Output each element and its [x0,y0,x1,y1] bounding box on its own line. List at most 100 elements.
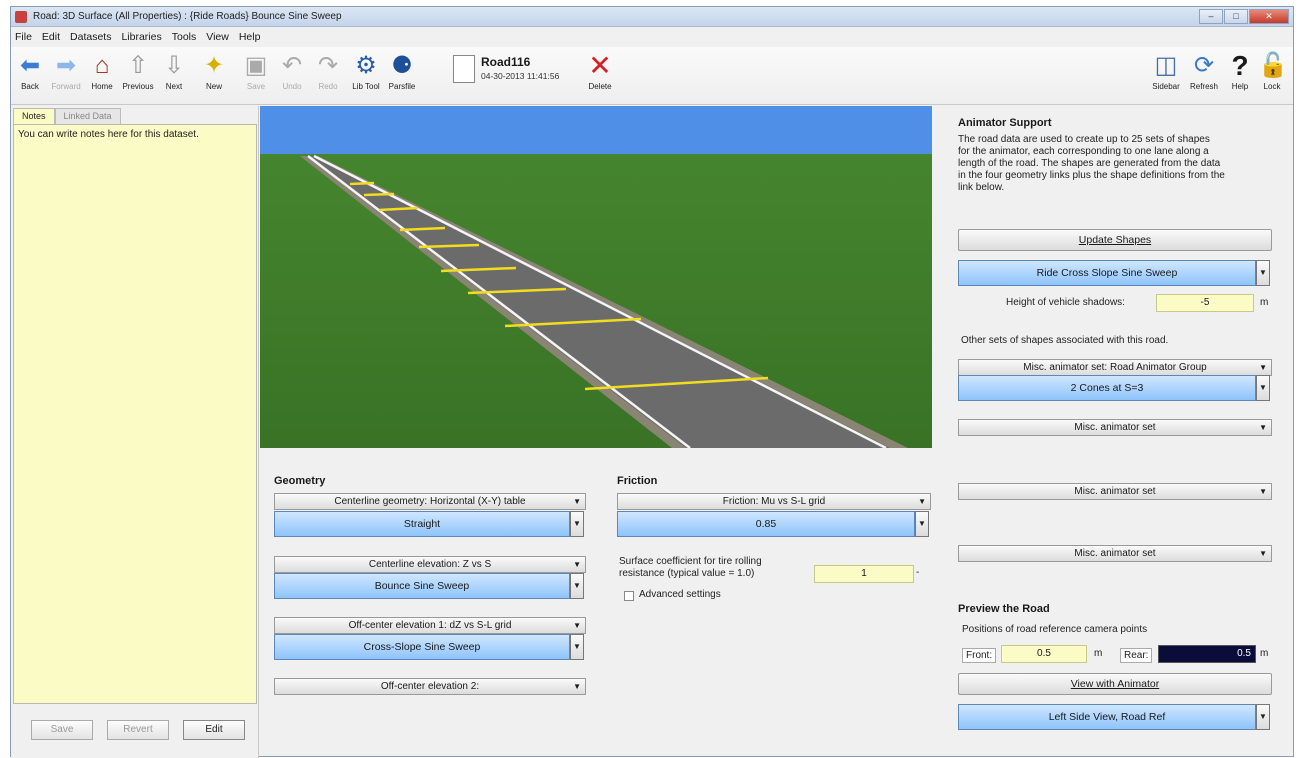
menu-view[interactable]: View [206,29,229,45]
menu-edit[interactable]: Edit [42,29,60,45]
lock-icon: 🔓 [1258,52,1288,79]
menu-file[interactable]: File [15,29,32,45]
menu-tools[interactable]: Tools [172,29,197,45]
app-window: Road: 3D Surface (All Properties) : {Rid… [10,6,1294,758]
notes-panel: Notes Linked Data You can write notes he… [11,106,259,758]
off-center-elevation-1-dataset[interactable]: Cross-Slope Sine Sweep ▼ [274,634,584,660]
chevron-down-icon[interactable]: ▼ [570,634,584,660]
friction-link[interactable]: Friction: Mu vs S-L grid ▼ [617,493,931,510]
delete-x-icon: ✕ [588,50,612,81]
notes-text: You can write notes here for this datase… [18,129,199,140]
lock-button[interactable]: 🔓 Lock [1255,51,1289,103]
document-icon [453,55,475,83]
app-icon [15,11,27,23]
menu-datasets[interactable]: Datasets [70,29,111,45]
toolbar: ⬅ Back ➡ Forward ⌂ Home ⇧ Previous ⇩ Next ✦ Ne… [11,47,1293,105]
off-center-elevation-2-link[interactable]: Off-center elevation 2: ▼ [274,678,586,695]
notes-edit-button[interactable]: Edit [183,720,245,740]
sidebar-icon: ◫ [1154,52,1178,79]
tab-notes[interactable]: Notes [13,108,55,124]
front-camera-input[interactable]: 0.5 [1001,645,1087,663]
redo-button[interactable]: ↷ Redo [311,51,345,103]
shadow-height-input[interactable]: -5 [1156,294,1254,312]
delete-button[interactable]: ✕ Delete [583,51,617,103]
shadow-height-unit: m [1260,297,1269,308]
menu-help[interactable]: Help [239,29,261,45]
notes-scrollbar[interactable] [244,127,254,701]
back-arrow-icon: ⬅ [19,52,41,79]
surface-coefficient-label-line2: resistance (typical value = 1.0) [619,568,755,579]
chevron-down-icon[interactable]: ▼ [915,511,929,537]
misc-animator-set-1-link[interactable]: Misc. animator set: Road Animator Group ▼ [958,359,1272,376]
chevron-down-icon: ▼ [573,497,581,506]
camera-points-label: Positions of road reference camera point… [962,624,1148,635]
back-button[interactable]: ⬅ Back [13,51,47,103]
animator-view-dataset[interactable]: Left Side View, Road Ref ▼ [958,704,1270,730]
title-bar: Road: 3D Surface (All Properties) : {Rid… [11,7,1293,27]
undo-button[interactable]: ↶ Undo [275,51,309,103]
chevron-down-icon[interactable]: ▼ [570,511,584,537]
surface-coefficient-label-line1: Surface coefficient for tire rolling [619,556,762,567]
chevron-down-icon[interactable]: ▼ [1256,260,1270,286]
new-dataset-icon: ✦ [203,52,225,79]
rear-label: Rear: [1120,648,1153,663]
friction-dataset[interactable]: 0.85 ▼ [617,511,929,537]
new-button[interactable]: ✦ New [197,51,231,103]
rear-unit: m [1260,648,1269,659]
next-button[interactable]: ⇩ Next [157,51,191,103]
minimize-button[interactable]: – [1199,9,1223,24]
refresh-icon: ⟳ [1193,52,1215,79]
chevron-down-icon[interactable]: ▼ [570,573,584,599]
notes-revert-button[interactable]: Revert [107,720,169,740]
sidebar-button[interactable]: ◫ Sidebar [1149,51,1183,103]
maximize-button[interactable]: □ [1224,9,1248,24]
update-shapes-button[interactable]: Update Shapes [958,229,1272,251]
chevron-down-icon[interactable]: ▼ [1256,375,1270,401]
rear-camera-input[interactable]: 0.5 [1158,645,1256,663]
refresh-button[interactable]: ⟳ Refresh [1187,51,1221,103]
view-with-animator-button[interactable]: View with Animator [958,673,1272,695]
menu-libraries[interactable]: Libraries [121,29,161,45]
misc-animator-set-1-dataset[interactable]: 2 Cones at S=3 ▼ [958,375,1270,401]
animator-support-header: Animator Support [958,117,1052,129]
previous-button[interactable]: ⇧ Previous [121,51,155,103]
tab-linked-data[interactable]: Linked Data [54,108,121,124]
up-arrow-icon: ⇧ [127,52,149,79]
misc-animator-set-2-link[interactable]: Misc. animator set ▼ [958,419,1272,436]
file-info: Road116 04-30-2013 11:41:56 [453,55,573,95]
window-title: Road: 3D Surface (All Properties) : {Rid… [33,11,342,22]
surface-coefficient-input[interactable]: 1 [814,565,914,583]
misc-animator-set-4-link[interactable]: Misc. animator set ▼ [958,545,1272,562]
road-3d-view[interactable] [260,106,932,448]
chevron-down-icon: ▼ [1259,487,1267,496]
centerline-elevation-link[interactable]: Centerline elevation: Z vs S ▼ [274,556,586,573]
help-button[interactable]: ? Help [1223,51,1257,103]
redo-icon: ↷ [317,52,339,79]
animator-shape-dataset[interactable]: Ride Cross Slope Sine Sweep ▼ [958,260,1270,286]
chevron-down-icon: ▼ [1259,363,1267,372]
notes-save-button[interactable]: Save [31,720,93,740]
off-center-elevation-1-link[interactable]: Off-center elevation 1: dZ vs S-L grid ▼ [274,617,586,634]
chevron-down-icon[interactable]: ▼ [1256,704,1270,730]
close-button[interactable]: ✕ [1249,9,1289,24]
other-shapes-label: Other sets of shapes associated with thi… [961,335,1169,346]
lib-tool-button[interactable]: ⚙ Lib Tool [349,51,383,103]
centerline-geometry-dataset[interactable]: Straight ▼ [274,511,584,537]
menu-bar: File Edit Datasets Libraries Tools View … [11,29,1293,45]
shadow-height-label: Height of vehicle shadows: [1006,297,1125,308]
chevron-down-icon: ▼ [573,621,581,630]
parsfile-button[interactable]: ⚈ Parsfile [385,51,419,103]
save-toolbar-button[interactable]: ▣ Save [239,51,273,103]
centerline-geometry-link[interactable]: Centerline geometry: Horizontal (X-Y) ta… [274,493,586,510]
sky [260,106,932,158]
notes-textarea[interactable]: You can write notes here for this datase… [13,124,257,704]
home-button[interactable]: ⌂ Home [85,51,119,103]
chevron-down-icon: ▼ [573,560,581,569]
help-question-icon: ? [1231,50,1249,81]
advanced-settings-checkbox[interactable] [624,591,634,601]
centerline-elevation-dataset[interactable]: Bounce Sine Sweep ▼ [274,573,584,599]
misc-animator-set-3-link[interactable]: Misc. animator set ▼ [958,483,1272,500]
forward-button[interactable]: ➡ Forward [49,51,83,103]
geometry-header: Geometry [274,475,326,487]
surface-coefficient-unit: - [916,567,920,578]
